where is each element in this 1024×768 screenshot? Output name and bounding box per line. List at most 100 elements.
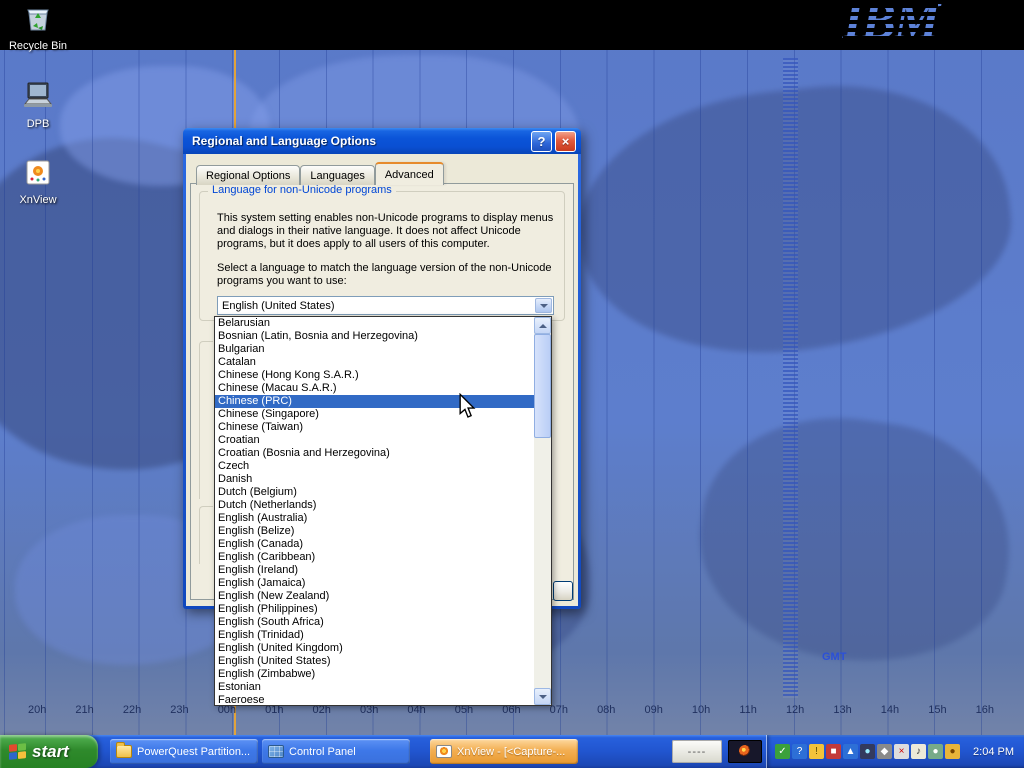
taskbar: start PowerQuest Partition... Control Pa… xyxy=(0,735,1024,768)
taskbar-button-control-panel[interactable]: Control Panel xyxy=(262,739,410,764)
taskbar-button-dark-app[interactable] xyxy=(728,740,762,763)
language-option[interactable]: Bulgarian xyxy=(215,343,534,356)
language-option[interactable]: English (Australia) xyxy=(215,512,534,525)
groupbox-fragment xyxy=(199,506,213,564)
hour-label: 23h xyxy=(170,704,188,716)
dialog-tab[interactable]: Regional Options xyxy=(196,165,300,185)
mouse-cursor xyxy=(458,393,476,419)
chevron-down-icon xyxy=(539,695,547,699)
language-option[interactable]: English (Ireland) xyxy=(215,564,534,577)
task-scheduler-icon[interactable]: ◆ xyxy=(877,744,892,759)
taskbar-button-label: Control Panel xyxy=(289,746,356,758)
hour-label: 12h xyxy=(786,704,804,716)
volume-icon[interactable]: ♪ xyxy=(911,744,926,759)
window-titlebar[interactable]: Regional and Language Options ? × xyxy=(183,128,581,154)
folder-icon xyxy=(116,745,132,758)
taskbar-clock[interactable]: 2:04 PM xyxy=(973,746,1024,758)
safely-remove-hardware-icon[interactable]: ✓ xyxy=(775,744,790,759)
dialog-tabstrip: Regional OptionsLanguagesAdvanced xyxy=(196,162,444,185)
combobox-dropdown-button[interactable] xyxy=(535,298,552,313)
language-option[interactable]: English (Jamaica) xyxy=(215,577,534,590)
xnview-icon xyxy=(436,745,452,758)
scrollbar-thumb[interactable] xyxy=(534,334,551,438)
hour-label: 10h xyxy=(692,704,710,716)
scrollbar-track[interactable] xyxy=(534,334,551,688)
language-option[interactable]: Chinese (PRC) xyxy=(215,395,534,408)
taskbar-button-label: XnView - [<Capture-... xyxy=(457,746,565,758)
list-scrollbar[interactable] xyxy=(534,317,551,705)
language-option[interactable]: English (Belize) xyxy=(215,525,534,538)
groupbox-title: Language for non-Unicode programs xyxy=(208,184,396,196)
language-option[interactable]: Chinese (Hong Kong S.A.R.) xyxy=(215,369,534,382)
groupbox-fragment xyxy=(199,341,213,499)
windows-flag-icon xyxy=(9,743,26,760)
language-option[interactable]: English (Philippines) xyxy=(215,603,534,616)
language-option[interactable]: Bosnian (Latin, Bosnia and Herzegovina) xyxy=(215,330,534,343)
hour-label: 20h xyxy=(28,704,46,716)
desktop-icon-dpb[interactable]: DPB xyxy=(0,80,76,130)
hour-label: 21h xyxy=(75,704,93,716)
language-option[interactable]: English (United States) xyxy=(215,655,534,668)
dialog-tab[interactable]: Advanced xyxy=(375,162,444,185)
language-option[interactable]: Chinese (Taiwan) xyxy=(215,421,534,434)
language-option[interactable]: Estonian xyxy=(215,681,534,694)
language-option[interactable]: Danish xyxy=(215,473,534,486)
clock-sync-icon[interactable]: ● xyxy=(945,744,960,759)
language-option[interactable]: English (Zimbabwe) xyxy=(215,668,534,681)
control-panel-icon xyxy=(268,745,284,758)
desktop-icon-label: DPB xyxy=(0,118,76,130)
display-settings-icon[interactable]: ■ xyxy=(826,744,841,759)
language-option[interactable]: Belarusian xyxy=(215,317,534,330)
chevron-up-icon xyxy=(539,324,547,328)
disconnect-icon[interactable]: × xyxy=(894,744,909,759)
language-option[interactable]: English (Trinidad) xyxy=(215,629,534,642)
language-combobox[interactable]: English (United States) xyxy=(217,296,554,315)
windows-update-icon[interactable]: ! xyxy=(809,744,824,759)
window-title: Regional and Language Options xyxy=(192,134,528,148)
close-button[interactable]: × xyxy=(555,131,576,152)
desktop-icon-label: XnView xyxy=(0,194,76,206)
language-option[interactable]: English (South Africa) xyxy=(215,616,534,629)
language-option[interactable]: Chinese (Singapore) xyxy=(215,408,534,421)
taskbar-button-dashes[interactable]: ---- xyxy=(672,740,722,763)
language-option[interactable]: Catalan xyxy=(215,356,534,369)
language-option[interactable]: Croatian xyxy=(215,434,534,447)
messenger-icon[interactable]: ● xyxy=(928,744,943,759)
groupbox-description: This system setting enables non-Unicode … xyxy=(217,212,561,251)
scrollbar-down-button[interactable] xyxy=(534,688,551,705)
hour-label: 09h xyxy=(644,704,662,716)
desktop-icon-xnview[interactable]: XnView xyxy=(0,158,76,206)
help-button[interactable]: ? xyxy=(531,131,552,152)
taskbar-button-xnview[interactable]: XnView - [<Capture-... xyxy=(430,739,578,764)
combobox-value: English (United States) xyxy=(218,300,535,312)
language-option[interactable]: English (New Zealand) xyxy=(215,590,534,603)
language-option[interactable]: Czech xyxy=(215,460,534,473)
language-option[interactable]: English (United Kingdom) xyxy=(215,642,534,655)
hour-label: 14h xyxy=(881,704,899,716)
language-option[interactable]: English (Caribbean) xyxy=(215,551,534,564)
chevron-down-icon xyxy=(540,304,548,308)
language-option[interactable]: Dutch (Belgium) xyxy=(215,486,534,499)
notification-area: ✓?!■▲●◆×♪●● 2:04 PM xyxy=(766,735,1024,768)
timezone-hatch-band xyxy=(783,58,798,698)
taskbar-button-powerquest[interactable]: PowerQuest Partition... xyxy=(110,739,258,764)
hour-label: 16h xyxy=(976,704,994,716)
desktop-icon-recycle-bin[interactable]: Recycle Bin xyxy=(0,4,76,52)
help-notification-icon[interactable]: ? xyxy=(792,744,807,759)
language-option[interactable]: Faeroese xyxy=(215,694,534,705)
start-button-label: start xyxy=(32,742,69,762)
hour-label: 11h xyxy=(739,704,757,716)
language-option[interactable]: Dutch (Netherlands) xyxy=(215,499,534,512)
language-option[interactable]: Chinese (Macau S.A.R.) xyxy=(215,382,534,395)
apply-button-fragment[interactable] xyxy=(553,581,573,601)
recycle-bin-icon xyxy=(23,4,53,34)
antivirus-icon[interactable]: ● xyxy=(860,744,875,759)
hour-label: 08h xyxy=(597,704,615,716)
network-status-icon[interactable]: ▲ xyxy=(843,744,858,759)
start-button[interactable]: start xyxy=(0,735,98,768)
taskbar-button-label: PowerQuest Partition... xyxy=(137,746,250,758)
language-option[interactable]: Croatian (Bosnia and Herzegovina) xyxy=(215,447,534,460)
scrollbar-up-button[interactable] xyxy=(534,317,551,334)
language-option[interactable]: English (Canada) xyxy=(215,538,534,551)
dialog-tab[interactable]: Languages xyxy=(300,165,374,185)
